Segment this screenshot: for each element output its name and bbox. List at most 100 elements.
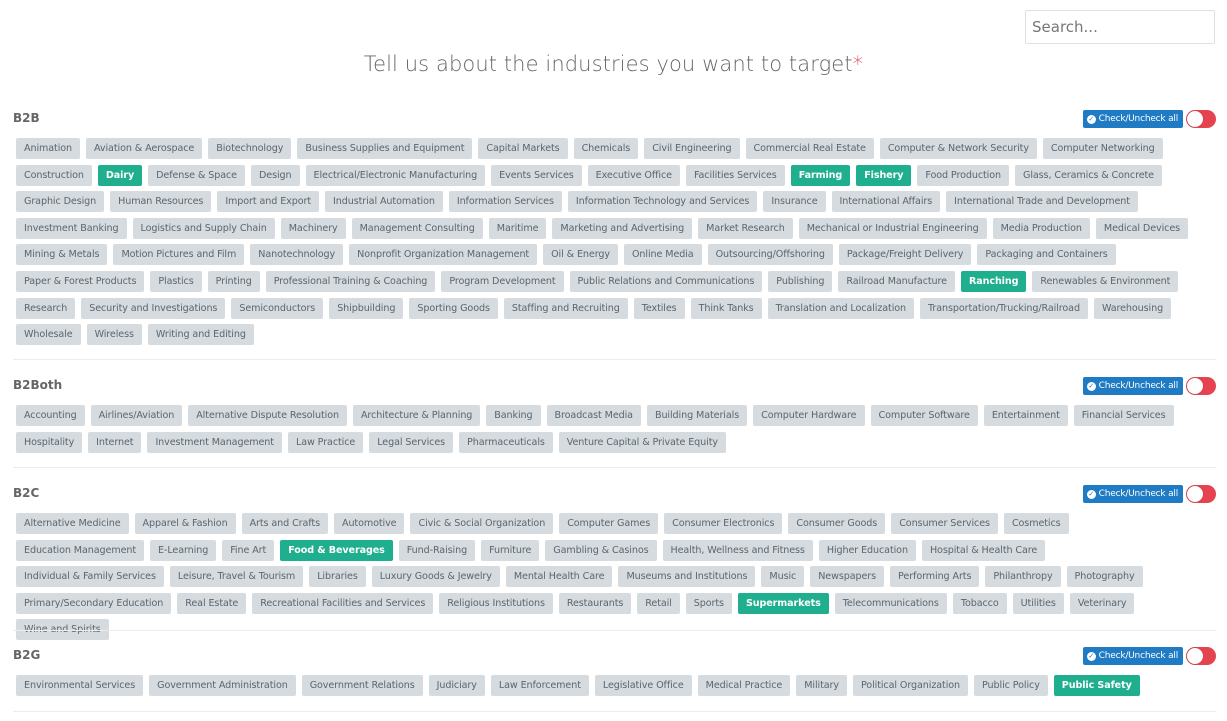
- industry-tag[interactable]: Transportation/Trucking/Railroad: [920, 297, 1088, 319]
- industry-tag[interactable]: Sports: [685, 592, 732, 614]
- industry-tag[interactable]: Law Practice: [287, 431, 364, 453]
- industry-tag[interactable]: Real Estate: [177, 592, 247, 614]
- industry-tag[interactable]: Food Production: [917, 164, 1009, 186]
- industry-tag[interactable]: Wireless: [86, 324, 142, 346]
- industry-tag[interactable]: Program Development: [441, 270, 564, 292]
- select-all-toggle[interactable]: [1186, 485, 1216, 503]
- industry-tag[interactable]: Executive Office: [587, 164, 680, 186]
- industry-tag[interactable]: Nanotechnology: [250, 244, 344, 266]
- industry-tag[interactable]: Fishery: [856, 164, 912, 186]
- industry-tag[interactable]: Automotive: [333, 513, 405, 534]
- industry-tag[interactable]: Apparel & Fashion: [134, 513, 236, 534]
- industry-tag[interactable]: Management Consulting: [351, 217, 483, 239]
- check-uncheck-all-button[interactable]: ✓ Check/Uncheck all: [1082, 377, 1183, 395]
- industry-tag[interactable]: Chemicals: [573, 138, 639, 159]
- industry-tag[interactable]: Food & Beverages: [280, 539, 393, 561]
- industry-tag[interactable]: Plastics: [150, 270, 202, 292]
- industry-tag[interactable]: Computer Software: [870, 405, 978, 426]
- industry-tag[interactable]: Broadcast Media: [546, 405, 641, 426]
- industry-tag[interactable]: Religious Institutions: [439, 592, 553, 614]
- select-all-toggle[interactable]: [1186, 110, 1216, 128]
- industry-tag[interactable]: Fund-Raising: [398, 539, 476, 561]
- industry-tag[interactable]: Fine Art: [222, 539, 275, 561]
- industry-tag[interactable]: Computer Hardware: [753, 405, 865, 426]
- industry-tag[interactable]: Import and Export: [217, 191, 320, 213]
- industry-tag[interactable]: Nonprofit Organization Management: [349, 244, 538, 266]
- industry-tag[interactable]: Animation: [16, 138, 81, 159]
- industry-tag[interactable]: Computer Games: [559, 513, 659, 534]
- industry-tag[interactable]: Museums and Institutions: [618, 566, 756, 588]
- industry-tag[interactable]: Information Services: [448, 191, 562, 213]
- industry-tag[interactable]: Accounting: [16, 405, 85, 426]
- industry-tag[interactable]: Logistics and Supply Chain: [132, 217, 275, 239]
- industry-tag[interactable]: Construction: [16, 164, 92, 186]
- industry-tag[interactable]: Veterinary: [1069, 592, 1135, 614]
- industry-tag[interactable]: Building Materials: [646, 405, 748, 426]
- industry-tag[interactable]: Research: [16, 297, 76, 319]
- industry-tag[interactable]: Mining & Metals: [16, 244, 108, 266]
- industry-tag[interactable]: Higher Education: [818, 539, 916, 561]
- industry-tag[interactable]: Legislative Office: [594, 675, 692, 696]
- industry-tag[interactable]: Commercial Real Estate: [745, 138, 874, 159]
- industry-tag[interactable]: Railroad Manufacture: [838, 270, 955, 292]
- industry-tag[interactable]: Legal Services: [369, 431, 454, 453]
- industry-tag[interactable]: Machinery: [280, 217, 346, 239]
- industry-tag[interactable]: Sporting Goods: [409, 297, 498, 319]
- industry-tag[interactable]: Telecommunications: [834, 592, 947, 614]
- industry-tag[interactable]: Supermarkets: [737, 592, 829, 614]
- industry-tag[interactable]: Recreational Facilities and Services: [252, 592, 434, 614]
- industry-tag[interactable]: Arts and Crafts: [241, 513, 328, 534]
- industry-tag[interactable]: Utilities: [1012, 592, 1064, 614]
- industry-tag[interactable]: Ranching: [960, 270, 1027, 292]
- industry-tag[interactable]: Consumer Services: [891, 513, 998, 534]
- industry-tag[interactable]: Design: [250, 164, 300, 186]
- industry-tag[interactable]: Entertainment: [983, 405, 1068, 426]
- industry-tag[interactable]: Newspapers: [810, 566, 885, 588]
- industry-tag[interactable]: Computer & Network Security: [879, 138, 1037, 159]
- industry-tag[interactable]: Investment Banking: [16, 217, 127, 239]
- industry-tag[interactable]: Philanthropy: [985, 566, 1061, 588]
- industry-tag[interactable]: Cosmetics: [1003, 513, 1069, 534]
- industry-tag[interactable]: Paper & Forest Products: [16, 270, 145, 292]
- industry-tag[interactable]: Translation and Localization: [767, 297, 915, 319]
- industry-tag[interactable]: Medical Devices: [1095, 217, 1189, 239]
- industry-tag[interactable]: Human Resources: [110, 191, 212, 213]
- industry-tag[interactable]: Law Enforcement: [490, 675, 589, 696]
- industry-tag[interactable]: Mental Health Care: [505, 566, 613, 588]
- industry-tag[interactable]: Biotechnology: [208, 138, 292, 159]
- industry-tag[interactable]: Hospital & Health Care: [921, 539, 1046, 561]
- industry-tag[interactable]: Libraries: [309, 566, 366, 588]
- industry-tag[interactable]: Publishing: [768, 270, 833, 292]
- industry-tag[interactable]: International Affairs: [831, 191, 941, 213]
- industry-tag[interactable]: Financial Services: [1073, 405, 1174, 426]
- industry-tag[interactable]: Online Media: [623, 244, 702, 266]
- industry-tag[interactable]: Leisure, Travel & Tourism: [169, 566, 304, 588]
- check-uncheck-all-button[interactable]: ✓ Check/Uncheck all: [1082, 647, 1183, 665]
- industry-tag[interactable]: Aviation & Aerospace: [86, 138, 203, 159]
- industry-tag[interactable]: Venture Capital & Private Equity: [558, 431, 726, 453]
- industry-tag[interactable]: Mechanical or Industrial Engineering: [798, 217, 987, 239]
- industry-tag[interactable]: Motion Pictures and Film: [113, 244, 245, 266]
- industry-tag[interactable]: Industrial Automation: [325, 191, 443, 213]
- industry-tag[interactable]: Media Production: [992, 217, 1090, 239]
- industry-tag[interactable]: Tobacco: [952, 592, 1007, 614]
- industry-tag[interactable]: Market Research: [698, 217, 793, 239]
- industry-tag[interactable]: Farming: [790, 164, 851, 186]
- industry-tag[interactable]: Gambling & Casinos: [545, 539, 657, 561]
- industry-tag[interactable]: Health, Wellness and Fitness: [662, 539, 813, 561]
- industry-tag[interactable]: Public Relations and Communications: [569, 270, 763, 292]
- industry-tag[interactable]: Government Relations: [301, 675, 423, 696]
- industry-tag[interactable]: Facilities Services: [685, 164, 785, 186]
- check-uncheck-all-button[interactable]: ✓ Check/Uncheck all: [1082, 110, 1183, 128]
- industry-tag[interactable]: Environmental Services: [16, 675, 144, 696]
- industry-tag[interactable]: Semiconductors: [231, 297, 324, 319]
- industry-tag[interactable]: Information Technology and Services: [567, 191, 758, 213]
- industry-tag[interactable]: Warehousing: [1093, 297, 1172, 319]
- industry-tag[interactable]: Political Organization: [852, 675, 969, 696]
- industry-tag[interactable]: Events Services: [491, 164, 582, 186]
- industry-tag[interactable]: Civic & Social Organization: [410, 513, 554, 534]
- industry-tag[interactable]: Military: [796, 675, 847, 696]
- industry-tag[interactable]: Defense & Space: [148, 164, 245, 186]
- industry-tag[interactable]: Shipbuilding: [329, 297, 404, 319]
- industry-tag[interactable]: Education Management: [16, 539, 145, 561]
